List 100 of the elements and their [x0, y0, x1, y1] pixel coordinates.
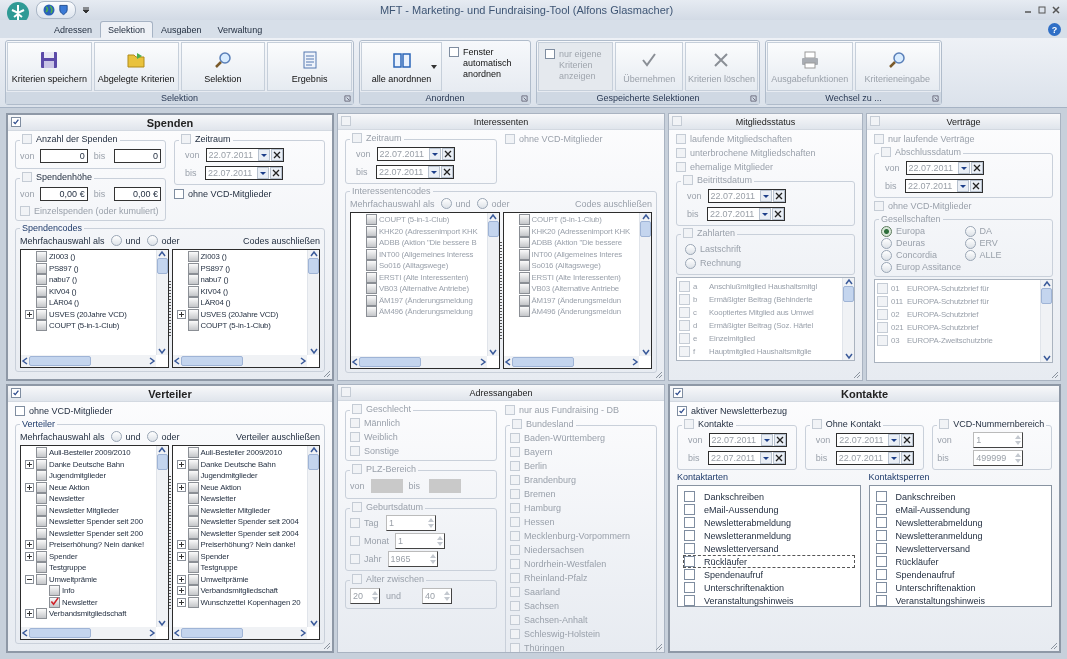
group-checkbox[interactable]: Zeitraum: [352, 133, 402, 143]
vertical-scrollbar[interactable]: [842, 278, 854, 360]
dropdown-button[interactable]: [257, 149, 270, 161]
dropdown-button[interactable]: [257, 167, 269, 179]
scrollbar-thumb[interactable]: [487, 221, 499, 237]
expand-button[interactable]: [176, 597, 186, 607]
tree-checkbox[interactable]: [366, 283, 377, 295]
checkbox[interactable]: Monat: [350, 536, 389, 546]
expand-button[interactable]: [176, 586, 186, 596]
tree-checkbox[interactable]: [36, 308, 47, 320]
help-button[interactable]: ?: [1048, 23, 1061, 36]
vertical-scrollbar[interactable]: [155, 250, 168, 355]
tree-checkbox[interactable]: [187, 504, 199, 516]
group-checkbox[interactable]: PLZ-Bereich: [352, 464, 417, 474]
tree-checkbox[interactable]: [187, 550, 199, 562]
checkbox[interactable]: ohne VCD-Mitglieder: [174, 188, 325, 200]
tree-checkbox[interactable]: [187, 458, 199, 470]
radio-button[interactable]: Europa: [881, 225, 965, 237]
checkbox[interactable]: Spendenaufruf: [683, 568, 855, 581]
tree-checkbox[interactable]: [518, 225, 530, 237]
checkbox[interactable]: Dankschreiben: [683, 490, 855, 503]
clear-button[interactable]: [901, 434, 914, 446]
tree-checkbox[interactable]: [36, 447, 47, 459]
spin-field[interactable]: 499999: [973, 450, 1024, 466]
checkbox[interactable]: Newsletterabmeldung: [683, 516, 855, 529]
resize-grip-icon[interactable]: [655, 643, 663, 651]
text-field[interactable]: [428, 479, 461, 493]
tree-checkbox[interactable]: [36, 274, 47, 286]
vertical-scrollbar[interactable]: [639, 213, 651, 356]
tree-checkbox[interactable]: [36, 527, 47, 539]
tree-checkbox[interactable]: [518, 248, 530, 260]
scroll-down-icon[interactable]: [157, 347, 167, 355]
list-checkbox[interactable]: [679, 281, 690, 292]
group-checkbox[interactable]: Kontakte: [684, 419, 734, 429]
checkbox[interactable]: Newsletterversand: [874, 542, 1046, 555]
ribbon-tab[interactable]: Ausgaben: [153, 21, 210, 38]
shield-icon[interactable]: [58, 4, 69, 16]
ribbon-checkbox[interactable]: Fenster automatisch anordnen: [443, 41, 530, 92]
checkbox[interactable]: Newsletterabmeldung: [874, 516, 1046, 529]
date-field[interactable]: 22.07.2011: [376, 147, 455, 161]
tree-checkbox[interactable]: [187, 297, 199, 309]
tree-checkbox[interactable]: [518, 237, 530, 249]
checkbox[interactable]: Saarland: [510, 586, 652, 598]
resize-grip-icon[interactable]: [853, 371, 861, 379]
checkbox[interactable]: Weiblich: [350, 431, 492, 443]
list-checkbox[interactable]: [877, 335, 888, 346]
expand-button[interactable]: [176, 551, 186, 561]
tree-checkbox[interactable]: [36, 470, 47, 482]
expand-button[interactable]: [25, 574, 34, 584]
scroll-left-icon[interactable]: [351, 357, 359, 367]
tree-checkbox[interactable]: [187, 527, 199, 539]
tree-checkbox[interactable]: [36, 562, 47, 574]
group-checkbox[interactable]: Alter zwischen: [352, 574, 425, 584]
checkbox[interactable]: Hamburg: [510, 502, 652, 514]
list-checkbox[interactable]: [679, 307, 690, 318]
radio-button[interactable]: ERV: [964, 237, 1048, 249]
dropdown-button[interactable]: [760, 452, 772, 464]
expand-button[interactable]: [25, 482, 34, 492]
horizontal-scrollbar[interactable]: [21, 627, 156, 639]
tree-checkbox[interactable]: [518, 260, 530, 272]
checkbox[interactable]: Rückläufer: [683, 555, 855, 568]
checkbox[interactable]: Mecklenburg-Vorpommern: [510, 530, 652, 542]
clear-button[interactable]: [900, 452, 913, 464]
date-field[interactable]: 22.07.2011: [836, 433, 915, 447]
dropdown-button[interactable]: [957, 162, 970, 174]
panel-checkbox[interactable]: [11, 388, 21, 398]
checkbox[interactable]: Berlin: [510, 460, 652, 472]
tree-checkbox[interactable]: [36, 320, 47, 332]
clear-button[interactable]: [970, 180, 982, 192]
tree-checkbox[interactable]: [187, 585, 199, 597]
expand-button[interactable]: [176, 459, 186, 469]
scrollbar-thumb[interactable]: [640, 221, 651, 237]
scroll-left-icon[interactable]: [172, 356, 181, 366]
resize-grip-icon[interactable]: [323, 370, 331, 378]
checkbox[interactable]: Sachsen-Anhalt: [510, 614, 652, 626]
scroll-up-icon[interactable]: [1041, 280, 1052, 288]
tree-checkbox[interactable]: [187, 251, 199, 263]
scrollbar-thumb[interactable]: [843, 286, 854, 302]
group-checkbox[interactable]: Ohne Kontakt: [811, 419, 881, 429]
checkbox[interactable]: Einzelspenden (oder kumuliert): [20, 205, 161, 217]
scroll-down-icon[interactable]: [488, 348, 498, 356]
panel-checkbox[interactable]: [672, 116, 682, 126]
scroll-down-icon[interactable]: [1041, 354, 1052, 362]
tree-checkbox[interactable]: [36, 516, 47, 528]
scroll-down-icon[interactable]: [157, 619, 167, 627]
list-checkbox[interactable]: [877, 283, 888, 294]
list-checkbox[interactable]: [877, 322, 888, 333]
checkbox[interactable]: Rückläufer: [874, 555, 1046, 568]
clear-button[interactable]: [270, 167, 282, 179]
scrollbar-thumb[interactable]: [308, 258, 319, 274]
checkbox[interactable]: ehemalige Mitglieder: [676, 161, 855, 173]
checkbox[interactable]: unterbrochene Mitgliedschaften: [676, 147, 855, 159]
tree-checkbox[interactable]: [366, 260, 377, 272]
scrollbar-thumb[interactable]: [1041, 288, 1052, 304]
date-field[interactable]: 22.07.2011: [835, 451, 914, 465]
scroll-up-icon[interactable]: [488, 213, 498, 221]
spin-field[interactable]: 1: [386, 515, 436, 531]
scroll-left-icon[interactable]: [21, 628, 29, 638]
checkbox[interactable]: Dankschreiben: [874, 490, 1046, 503]
close-icon[interactable]: [1051, 5, 1061, 15]
